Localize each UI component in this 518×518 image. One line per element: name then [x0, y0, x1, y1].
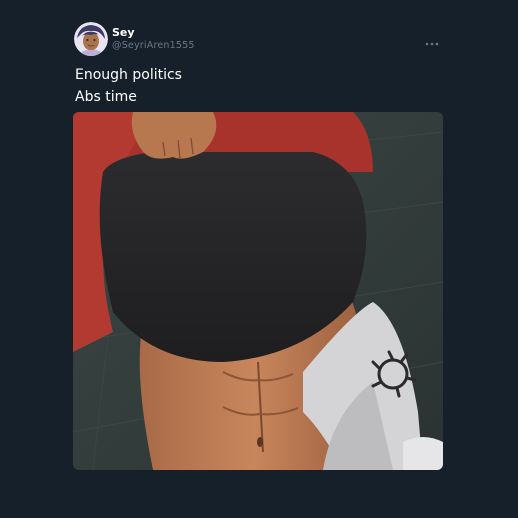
- tweet-text-line: Enough politics: [75, 67, 182, 83]
- tweet-text-line: Abs time: [75, 89, 137, 105]
- tweet-media[interactable]: [73, 112, 443, 470]
- tweet-text: Enough politics Abs time: [75, 64, 435, 108]
- avatar-icon: [74, 22, 108, 56]
- more-horizontal-icon: [425, 42, 439, 46]
- more-options-button[interactable]: [422, 36, 442, 50]
- avatar[interactable]: [74, 22, 108, 56]
- tweet-card: Sey @SeyriAren1555 Enough politics Abs t…: [0, 0, 518, 518]
- author-handle[interactable]: @SeyriAren1555: [112, 40, 195, 52]
- author-display-name[interactable]: Sey: [112, 26, 135, 39]
- illustration-abs-image: [73, 112, 443, 470]
